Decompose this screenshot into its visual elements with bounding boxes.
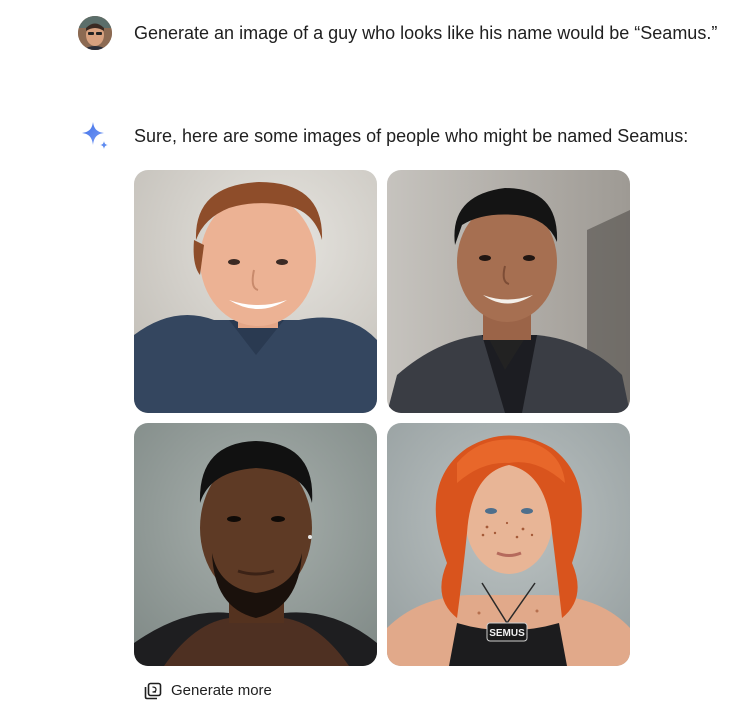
necklace-badge-text: SEMUS [489,628,525,639]
generated-image-2[interactable] [387,170,630,413]
generate-more-label: Generate more [171,682,272,699]
user-message: Generate an image of a guy who looks lik… [78,16,717,50]
generated-image-3[interactable] [134,423,377,666]
generated-image-1[interactable] [134,170,377,413]
user-avatar[interactable] [78,16,112,50]
user-prompt-text: Generate an image of a guy who looks lik… [134,23,718,43]
model-response-text: Sure, here are some images of people who… [134,126,689,146]
generated-images-grid: SEMUS [134,170,630,666]
generated-image-4[interactable]: SEMUS [387,423,630,666]
user-avatar-photo-icon [78,16,112,50]
image-stack-icon [144,682,162,700]
model-response-header: Sure, here are some images of people who… [80,121,688,151]
gemini-sparkle-icon [82,122,108,149]
generate-more-button[interactable]: Generate more [144,681,272,701]
